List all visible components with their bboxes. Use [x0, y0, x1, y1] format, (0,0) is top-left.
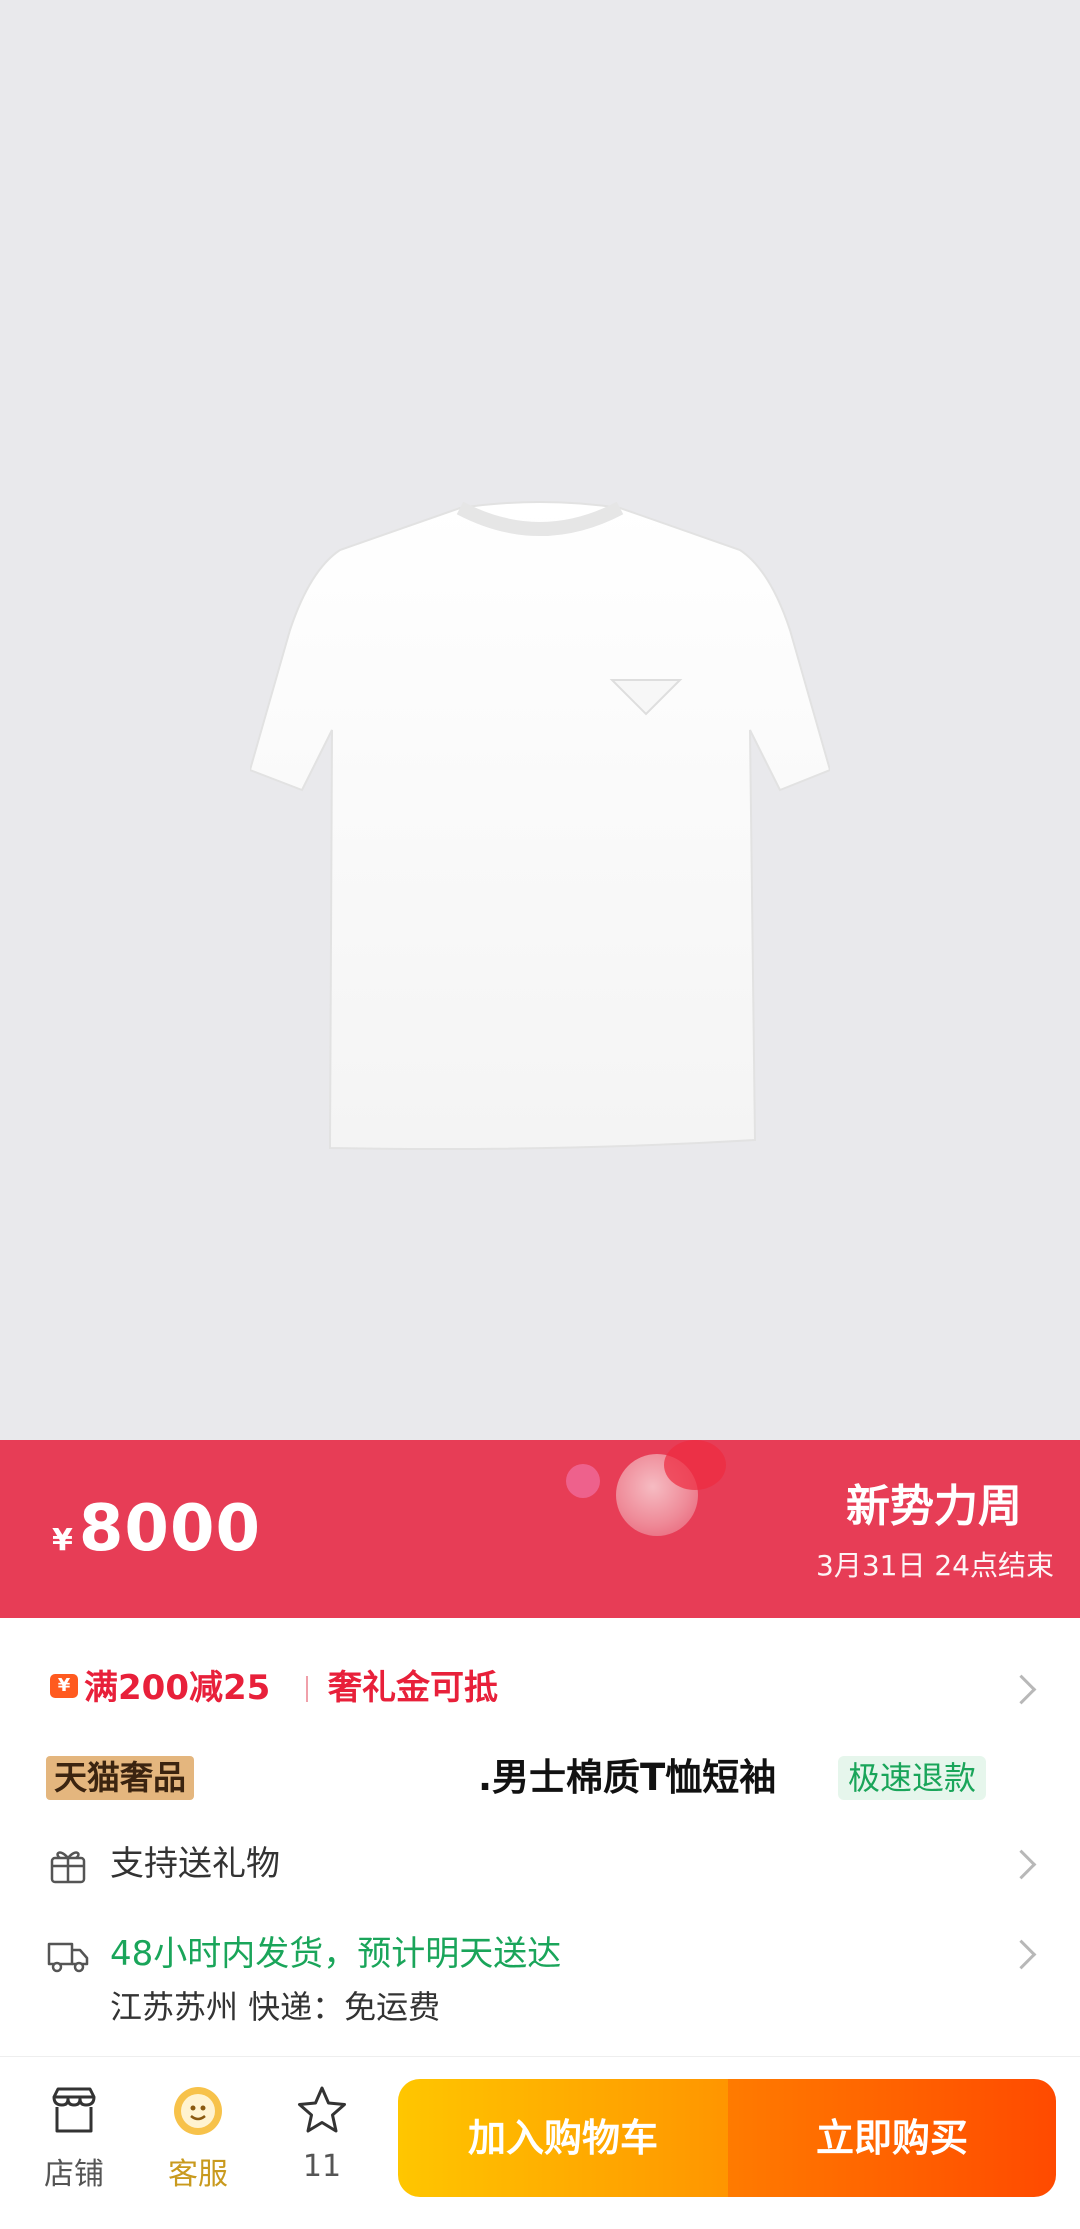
price-value: 8000 [78, 1492, 261, 1566]
customer-service-label: 客服 [168, 2157, 228, 2192]
gift-icon [50, 1851, 86, 1884]
gift-row[interactable]: 支持送礼物 [0, 1834, 1080, 1894]
decor-bubble [664, 1440, 726, 1490]
truck-icon [47, 1942, 89, 1973]
price: ¥ 8000 [52, 1492, 261, 1566]
customer-service-icon [174, 2087, 222, 2135]
star-icon [298, 2086, 346, 2133]
favorite-button[interactable]: 11 [272, 2083, 372, 2184]
store-label: 店铺 [44, 2157, 104, 2192]
coupon-icon: ¥ [50, 1674, 78, 1698]
product-title-row: 天猫奢品 .男士棉质T恤短袖 极速退款 [0, 1750, 1080, 1810]
delivery-estimate: 48小时内发货，预计明天送达 [110, 1934, 562, 1974]
product-title: .男士棉质T恤短袖 [478, 1756, 777, 1799]
chevron-right-icon [1006, 1939, 1037, 1970]
customer-service-button[interactable]: 客服 [148, 2083, 248, 2193]
shipping-row[interactable]: 48小时内发货，预计明天送达 江苏苏州 快递：免运费 [0, 1924, 1080, 2034]
promo-event-title: 新势力周 [846, 1481, 1022, 1532]
promo-end-time: 3月31日 24点结束 [816, 1549, 1054, 1582]
store-icon [52, 2087, 96, 2133]
refund-tag: 极速退款 [838, 1756, 987, 1800]
tshirt-image [250, 501, 830, 1150]
coupon-gift-money: 奢礼金可抵 [328, 1668, 498, 1708]
divider [306, 1676, 308, 1702]
currency-symbol: ¥ [52, 1523, 73, 1558]
add-to-cart-button[interactable]: 加入购物车 [398, 2079, 728, 2197]
coupon-discount: 满200减25 [84, 1668, 271, 1708]
promo-banner: ¥ 8000 新势力周 3月31日 24点结束 [0, 1440, 1080, 1618]
decor-bubble [566, 1464, 600, 1498]
chevron-right-icon [1006, 1674, 1037, 1705]
buy-now-button[interactable]: 立即购买 [728, 2079, 1056, 2197]
product-image[interactable] [0, 0, 1080, 1440]
store-button[interactable]: 店铺 [24, 2083, 124, 2193]
gift-label: 支持送礼物 [110, 1844, 280, 1884]
favorite-count: 11 [302, 2149, 342, 2184]
shipping-detail: 江苏苏州 快递：免运费 [110, 1988, 441, 2026]
chevron-right-icon [1006, 1849, 1037, 1880]
coupon-row[interactable]: ¥ 满200减25 奢礼金可抵 [0, 1664, 1080, 1712]
bottom-action-bar: 店铺 客服 11 加入购物车 立即购买 [0, 2056, 1080, 2229]
tmall-luxury-badge: 天猫奢品 [46, 1756, 194, 1800]
